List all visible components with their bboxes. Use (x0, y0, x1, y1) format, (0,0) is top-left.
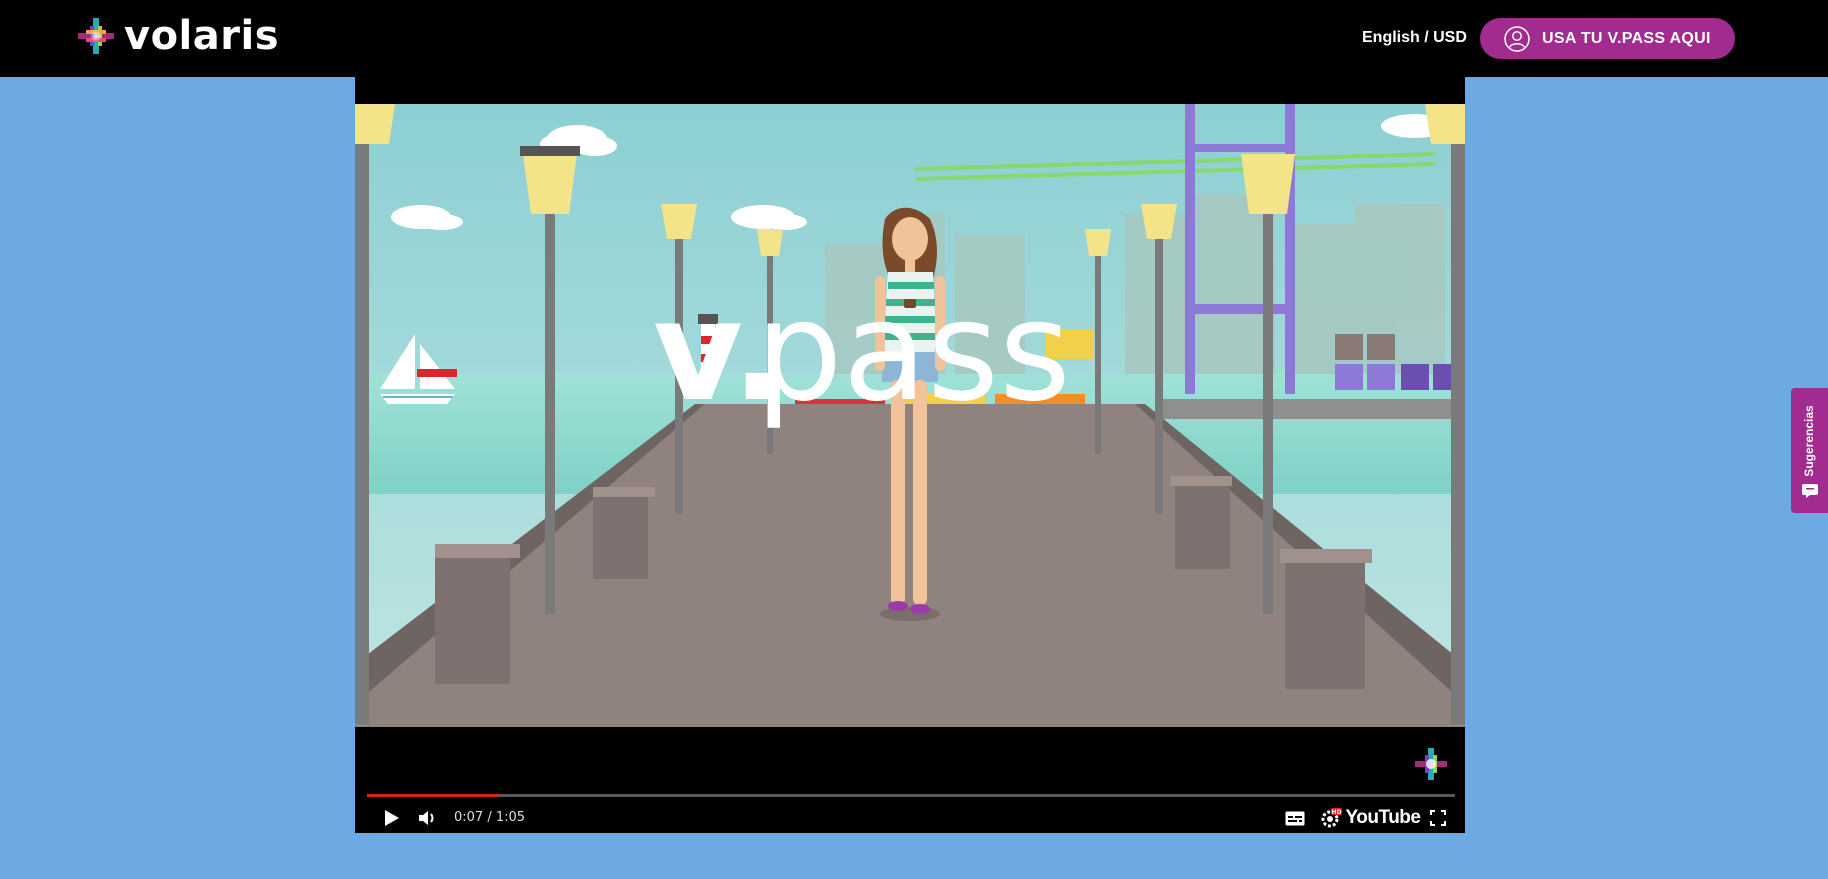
feedback-label: Sugerencias (1802, 405, 1816, 477)
language-currency-selector[interactable]: English / USD (1362, 29, 1467, 47)
use-vpass-label: USA TU V.PASS AQUI (1542, 29, 1711, 47)
volume-button[interactable] (413, 803, 443, 833)
use-vpass-button[interactable]: USA TU V.PASS AQUI (1480, 18, 1735, 59)
subtitles-icon (1285, 811, 1305, 825)
top-navigation-bar: volaris English / USD USA TU V.PASS AQUI (0, 0, 1828, 77)
pier-scene-illustration: v. pass (355, 104, 1465, 727)
settings-button[interactable]: HD (1315, 803, 1347, 833)
channel-watermark-icon[interactable] (1413, 746, 1449, 782)
youtube-button[interactable]: YouTube (1346, 803, 1421, 833)
player-controls: 0:07 / 1:05 HD YouTube (355, 803, 1465, 833)
video-frame[interactable]: v. pass (355, 104, 1465, 727)
play-icon (385, 810, 399, 826)
brand-name: volaris (124, 13, 280, 59)
fullscreen-button[interactable] (1423, 803, 1453, 833)
subtitles-button[interactable] (1280, 803, 1310, 833)
settings-icon: HD (1321, 808, 1342, 828)
volume-icon (419, 811, 434, 825)
feedback-icon (1802, 484, 1818, 498)
volaris-star-icon (78, 18, 114, 54)
user-icon (1504, 25, 1530, 52)
feedback-tab[interactable]: Sugerencias (1791, 388, 1828, 513)
video-progress-bar[interactable] (367, 794, 1455, 797)
hd-badge: HD (1331, 809, 1341, 816)
progress-played (367, 794, 498, 797)
time-display: 0:07 / 1:05 (454, 810, 526, 825)
fullscreen-icon (1430, 810, 1446, 826)
vpass-title-pass: pass (755, 271, 1071, 432)
play-button[interactable] (377, 803, 407, 833)
video-player[interactable]: v. pass 0:07 / 1:05 HD YouTube (355, 77, 1465, 833)
youtube-label: YouTube (1345, 807, 1421, 828)
volaris-logo[interactable]: volaris (76, 14, 279, 58)
